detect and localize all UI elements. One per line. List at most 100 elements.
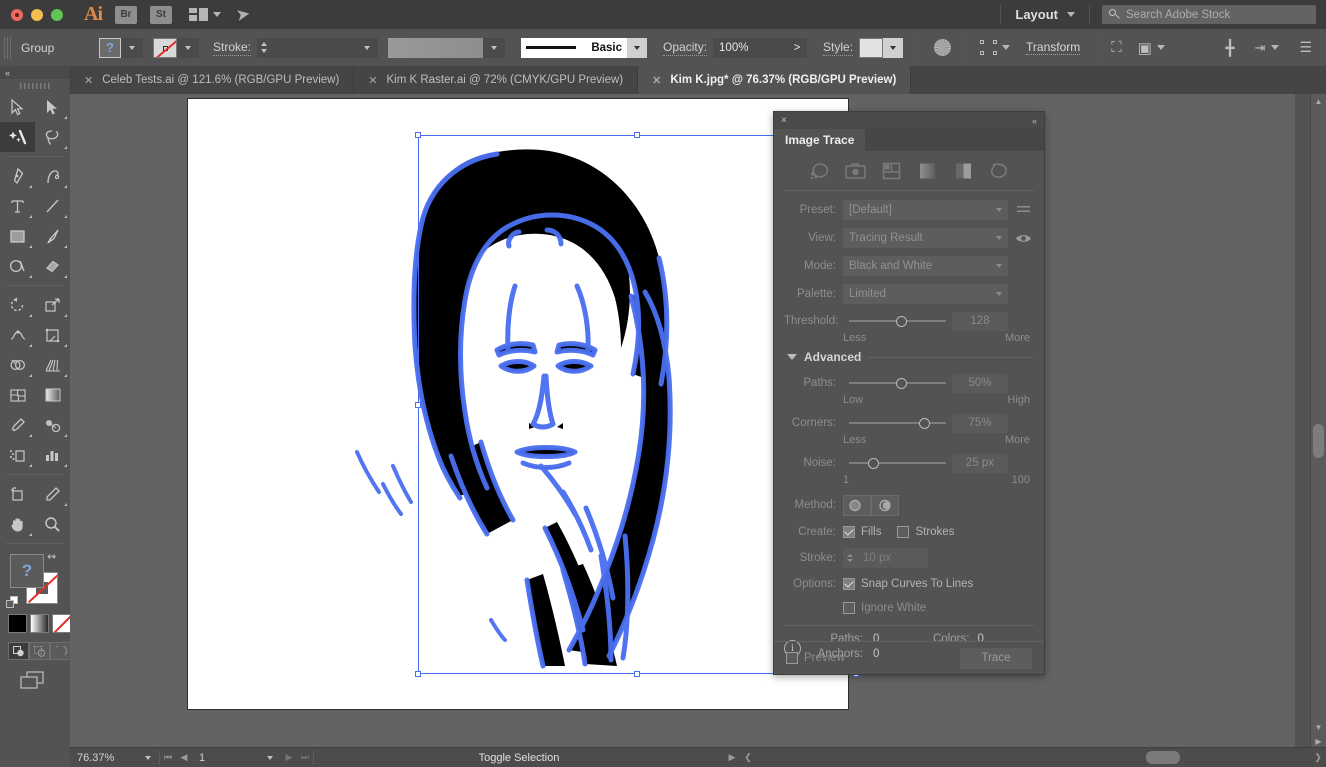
rotate-tool[interactable] [0,290,35,320]
document-tab-active[interactable]: ✕ Kim K.jpg* @ 76.37% (RGB/GPU Preview) [638,66,911,94]
symbol-sprayer-tool[interactable] [0,440,35,470]
zoom-level-input[interactable]: 76.37% [70,752,137,764]
gradient-tool[interactable] [35,380,70,410]
window-controls[interactable] [11,9,63,21]
none-swatch[interactable] [52,614,71,633]
pen-tool[interactable] [0,161,35,191]
graphic-style-dropdown[interactable] [883,38,903,58]
close-icon[interactable]: × [781,115,787,126]
panel-title-bar[interactable]: × « [774,112,1044,129]
overlapping-method-button[interactable] [871,495,899,516]
default-fill-stroke-icon[interactable] [6,596,19,609]
scrollbar-thumb[interactable] [1313,424,1324,458]
tools-collapse-button[interactable]: « [0,66,70,79]
eye-icon[interactable] [1012,233,1034,244]
gradient-swatch[interactable] [30,614,49,633]
maximize-window-button[interactable] [51,9,63,21]
advanced-section-toggle[interactable]: Advanced [787,350,1034,364]
graphic-style-swatch[interactable] [859,38,883,58]
collapse-panel-icon[interactable]: « [1032,116,1037,126]
threshold-slider[interactable] [849,314,946,328]
direct-selection-tool[interactable] [35,92,70,122]
corners-slider[interactable] [849,416,946,430]
rectangle-tool[interactable] [0,221,35,251]
status-indicator-text[interactable]: Toggle Selection [314,752,724,764]
previous-artboard-button[interactable]: ◀ [176,752,192,763]
close-icon[interactable]: ✕ [368,74,377,87]
perspective-grid-tool[interactable] [35,350,70,380]
view-select[interactable]: Tracing Result [843,228,1008,248]
canvas-vertical-scrollbar[interactable]: ▲ ▼ ▶ [1310,94,1326,748]
scroll-right-arrow-icon[interactable]: ▶ [1311,734,1326,748]
stroke-profile-dropdown[interactable] [483,38,505,58]
black-and-white-icon[interactable] [952,162,974,181]
noise-slider-knob[interactable] [868,458,879,469]
scale-tool[interactable] [35,290,70,320]
distribute-button[interactable]: ⇥ [1255,40,1280,56]
lasso-tool[interactable] [35,122,70,152]
abutting-method-button[interactable] [843,495,871,516]
curvature-tool[interactable] [35,161,70,191]
close-icon[interactable]: ✕ [652,74,661,87]
paintbrush-tool[interactable] [35,221,70,251]
scrollbar-thumb[interactable] [1146,751,1180,764]
noise-value[interactable]: 25 px [952,454,1008,473]
brush-definition-field[interactable]: Basic [521,38,627,58]
selection-tool[interactable] [0,92,35,122]
mode-select[interactable]: Black and White [843,256,1008,276]
isolate-selected-object-icon[interactable]: ⛶ [1111,39,1122,56]
selection-handle[interactable] [634,132,640,138]
arrange-documents-button[interactable] [189,8,221,21]
strokes-checkbox[interactable] [897,526,909,538]
document-canvas[interactable] [70,94,1295,748]
zoom-level-dropdown[interactable] [137,756,159,760]
slice-tool[interactable] [35,479,70,509]
snap-curves-checkbox[interactable] [843,578,855,590]
opacity-input[interactable]: 100% [713,38,787,58]
document-tab[interactable]: ✕ Celeb Tests.ai @ 121.6% (RGB/GPU Previ… [70,66,354,94]
paths-slider[interactable] [849,376,946,390]
brush-dropdown[interactable] [627,38,647,58]
search-adobe-stock-input[interactable]: Search Adobe Stock [1102,5,1316,24]
document-tab[interactable]: ✕ Kim K Raster.ai @ 72% (CMYK/GPU Previe… [354,66,638,94]
workspace-switcher[interactable]: Layout [1001,7,1089,22]
column-graph-tool[interactable] [35,440,70,470]
blend-tool[interactable] [35,410,70,440]
corners-value[interactable]: 75% [952,414,1008,433]
stroke-profile-preview[interactable] [388,38,483,58]
mesh-tool[interactable] [0,380,35,410]
outline-icon[interactable] [988,162,1010,181]
shaper-tool[interactable] [0,251,35,281]
width-tool[interactable] [0,320,35,350]
stroke-swatch-button[interactable] [153,38,177,58]
tab-image-trace[interactable]: Image Trace [774,129,865,151]
scroll-right-arrow-icon[interactable]: ❯ [1310,752,1326,763]
scroll-up-arrow-icon[interactable]: ▲ [1311,94,1326,108]
trace-button[interactable]: Trace [960,648,1032,669]
swap-fill-stroke-icon[interactable]: ↭ [47,550,56,563]
line-segment-tool[interactable] [35,191,70,221]
eraser-tool[interactable] [35,251,70,281]
artboard[interactable] [188,99,848,709]
fill-swatch-button[interactable]: ? [99,38,121,58]
palette-select[interactable]: Limited [843,284,1008,304]
preview-checkbox[interactable] [786,652,798,664]
paths-value[interactable]: 50% [952,374,1008,393]
stroke-dropdown-button[interactable] [177,38,199,58]
scroll-down-arrow-icon[interactable]: ▼ [1311,720,1326,734]
grayscale-icon[interactable] [916,162,938,181]
corners-slider-knob[interactable] [919,418,930,429]
preset-select[interactable]: [Default] [843,200,1008,220]
high-color-icon[interactable] [844,162,866,181]
status-menu-arrow-icon[interactable]: ▶ [724,752,740,763]
go-to-behance-icon[interactable]: ➤ [234,3,252,25]
horizontal-scrollbar[interactable] [756,748,1310,767]
first-artboard-button[interactable]: ⏮ [160,752,176,763]
draw-behind-button[interactable] [29,642,50,660]
stroke-weight-input[interactable] [270,38,356,58]
zoom-tool[interactable] [35,509,70,539]
noise-slider[interactable] [849,456,946,470]
minimize-window-button[interactable] [31,9,43,21]
ignore-white-checkbox[interactable] [843,602,855,614]
selection-handle[interactable] [415,132,421,138]
